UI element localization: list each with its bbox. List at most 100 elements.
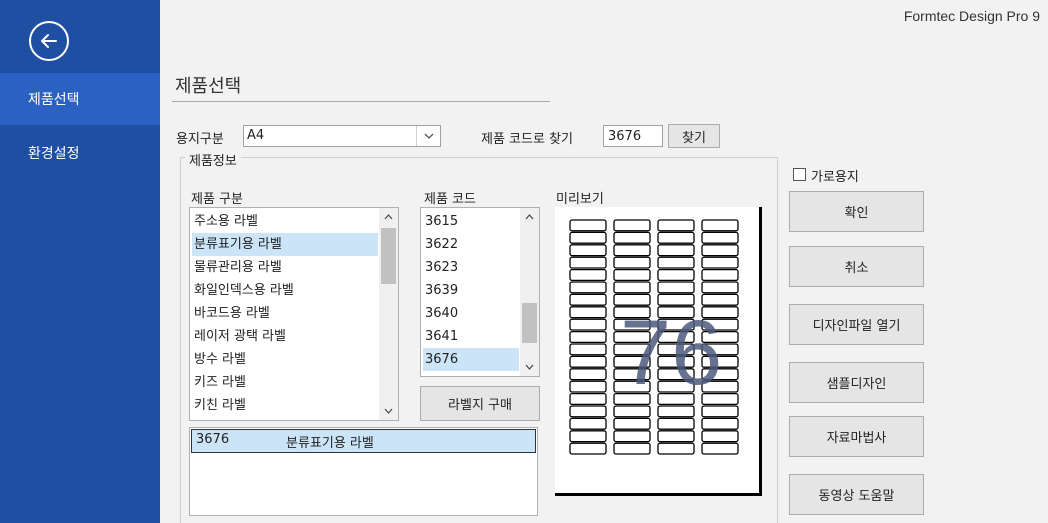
buy-labels-button[interactable]: 라벨지 구매	[420, 386, 540, 421]
ok-button[interactable]: 확인	[789, 191, 924, 232]
scroll-up-icon[interactable]	[379, 208, 398, 226]
paper-type-select[interactable]: A4	[243, 125, 441, 147]
list-item[interactable]: 키친 라벨	[192, 394, 378, 417]
label-cell	[569, 268, 607, 282]
paper-type-label: 용지구분	[176, 132, 224, 147]
label-cell	[569, 306, 607, 319]
label-cell	[569, 442, 607, 455]
label-cell	[613, 268, 651, 282]
scroll-up-icon[interactable]	[520, 208, 539, 226]
label-cell	[657, 244, 695, 257]
label-cell	[701, 442, 739, 455]
list-item[interactable]: 키즈 라벨	[192, 371, 378, 394]
list-item[interactable]: 3641	[423, 325, 519, 348]
label-cell	[613, 417, 651, 430]
list-item[interactable]: 3676	[423, 348, 519, 371]
chevron-down-icon[interactable]	[416, 126, 440, 146]
list-item[interactable]: 3639	[423, 279, 519, 302]
label-cell	[701, 244, 739, 257]
video-help-button[interactable]: 동영상 도움말	[789, 474, 924, 515]
label-cell	[701, 219, 739, 232]
list-item[interactable]: 3622	[423, 233, 519, 256]
app-title: Formtec Design Pro 9	[903, 8, 1040, 24]
list-item[interactable]: 화일인덱스용 라벨	[192, 279, 378, 302]
list-item[interactable]: 3623	[423, 256, 519, 279]
label-cell	[657, 231, 695, 244]
paper-type-value: A4	[247, 128, 265, 143]
label-cell	[569, 281, 607, 294]
label-cell	[569, 417, 607, 430]
label-cell	[657, 281, 695, 294]
selected-name: 분류표기용 라벨	[286, 436, 374, 451]
list-item[interactable]: 물류관리용 라벨	[192, 256, 378, 279]
label-cell	[569, 231, 607, 244]
landscape-checkbox[interactable]	[793, 168, 806, 181]
label-cell	[569, 219, 607, 232]
label-cell	[613, 231, 651, 244]
find-button[interactable]: 찾기	[668, 124, 720, 148]
label-cell	[657, 256, 695, 269]
list-item[interactable]: 방수 라벨	[192, 348, 378, 371]
label-cell	[569, 244, 607, 257]
landscape-label: 가로용지	[811, 170, 859, 185]
scrollbar-thumb[interactable]	[522, 303, 537, 343]
open-design-file-button[interactable]: 디자인파일 열기	[789, 304, 924, 345]
category-header: 제품 구분	[191, 192, 243, 207]
list-item[interactable]: 주소용 라벨	[192, 210, 378, 233]
cancel-button[interactable]: 취소	[789, 246, 924, 287]
scrollbar-thumb[interactable]	[381, 228, 396, 284]
label-cell	[657, 405, 695, 418]
category-scrollbar[interactable]	[379, 208, 398, 420]
back-arrow-icon[interactable]	[29, 21, 69, 61]
label-cell	[657, 442, 695, 455]
product-info-legend: 제품정보	[185, 150, 241, 169]
preview-label: 미리보기	[556, 192, 604, 207]
label-cell	[569, 405, 607, 418]
list-item[interactable]: 레이저 광택 라벨	[192, 325, 378, 348]
label-cell	[701, 256, 739, 269]
label-cell	[613, 430, 651, 443]
label-cell	[657, 219, 695, 232]
category-list[interactable]: 주소용 라벨 분류표기용 라벨 물류관리용 라벨 화일인덱스용 라벨 바코드용 …	[189, 207, 399, 421]
label-cell	[701, 417, 739, 430]
sidebar-item-label: 제품선택	[28, 92, 80, 108]
sidebar: 제품선택 환경설정	[0, 0, 160, 523]
title-divider	[172, 101, 550, 102]
label-cell	[569, 343, 607, 356]
list-item[interactable]: 3615	[423, 210, 519, 233]
code-scrollbar[interactable]	[520, 208, 539, 376]
label-cell	[613, 405, 651, 418]
list-item[interactable]: 3640	[423, 302, 519, 325]
selection-result-box[interactable]: 3676 분류표기용 라벨	[189, 427, 538, 516]
label-cell	[701, 281, 739, 294]
code-list[interactable]: 3615 3622 3623 3639 3640 3641 3676	[420, 207, 540, 377]
code-search-input[interactable]	[603, 125, 663, 147]
selected-code: 3676	[196, 432, 230, 447]
sidebar-item-product-select[interactable]: 제품선택	[0, 73, 160, 125]
page-title: 제품선택	[175, 76, 242, 97]
label-cell	[569, 380, 607, 393]
code-search-label: 제품 코드로 찾기	[481, 132, 573, 147]
label-cell	[569, 256, 607, 269]
selected-product-row[interactable]: 3676 분류표기용 라벨	[191, 429, 536, 453]
list-item[interactable]: 바코드용 라벨	[192, 302, 378, 325]
label-cell	[613, 256, 651, 269]
label-cell	[569, 355, 607, 368]
label-cell	[569, 293, 607, 306]
label-cell	[613, 442, 651, 455]
sidebar-item-settings[interactable]: 환경설정	[0, 127, 160, 179]
label-cell	[701, 231, 739, 244]
data-wizard-button[interactable]: 자료마법사	[789, 416, 924, 457]
label-cell	[657, 268, 695, 282]
label-cell	[701, 405, 739, 418]
label-cell	[657, 417, 695, 430]
label-count: 76	[620, 302, 723, 404]
label-cell	[701, 430, 739, 443]
label-cell	[569, 392, 607, 406]
list-item[interactable]: 분류표기용 라벨	[192, 233, 378, 256]
scroll-down-icon[interactable]	[379, 402, 398, 420]
label-cell	[657, 430, 695, 443]
label-cell	[613, 281, 651, 294]
sample-design-button[interactable]: 샘플디자인	[789, 362, 924, 403]
scroll-down-icon[interactable]	[520, 358, 539, 376]
